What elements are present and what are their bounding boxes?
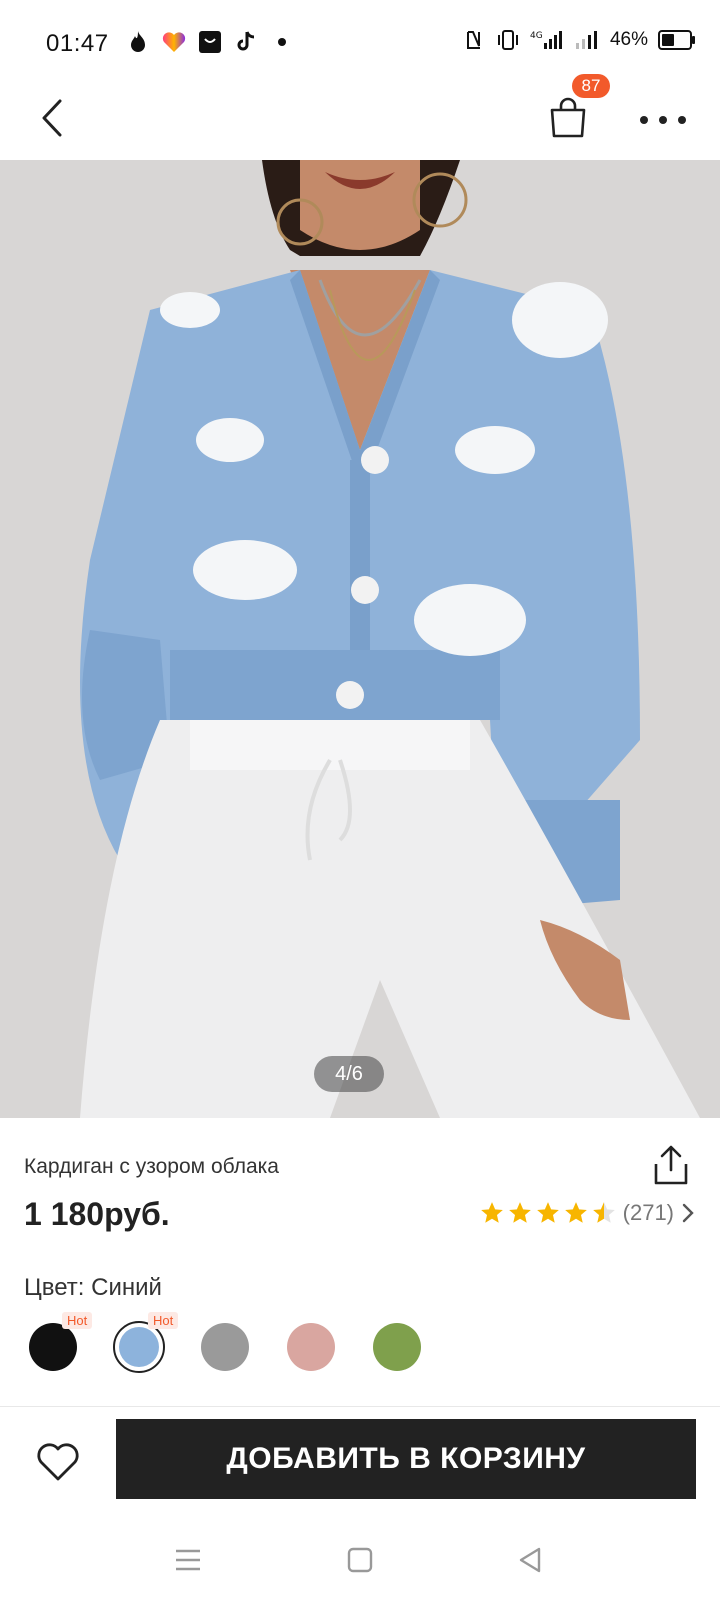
system-icons: 4G 46% [462,28,695,52]
product-photo [0,160,720,1118]
color-label: Цвет: Синий [24,1274,162,1301]
nfc-icon [462,28,486,52]
more-options-button[interactable] [640,100,686,140]
chevron-left-icon [42,99,62,137]
star-icon [592,1202,615,1223]
color-swatch-grey[interactable] [200,1322,250,1372]
more-dots-icon [640,116,648,124]
star-icon [564,1202,587,1223]
signal-icon: 4G [530,28,564,52]
heart-app-icon [162,30,186,54]
tiktok-icon [234,30,258,54]
cart-button[interactable]: 87 [548,74,610,148]
hot-badge: Hot [148,1312,179,1329]
color-swatch-green[interactable] [372,1322,422,1372]
recent-apps-button[interactable] [168,1540,208,1580]
battery-level [662,34,674,46]
swatch-color [373,1323,421,1371]
top-nav: 87 [0,74,720,160]
dot-icon [270,30,294,54]
square-icon [347,1547,373,1573]
battery-percent: 46% [609,29,648,50]
color-swatch-blue[interactable]: Hot [113,1312,179,1373]
swatch-color [119,1327,159,1367]
system-nav-bar [0,1520,720,1600]
rating-summary[interactable]: (271) [479,1200,694,1226]
vibrate-icon [496,28,520,52]
share-button[interactable] [652,1144,692,1188]
system-back-button[interactable] [510,1540,550,1580]
review-count: (271) [622,1200,674,1225]
hot-badge: Hot [62,1312,93,1329]
image-counter: 4/6 [314,1056,384,1092]
heart-icon [37,1443,79,1481]
product-image-carousel[interactable] [0,160,720,1118]
star-icon [536,1202,559,1223]
signal-icon [574,28,600,52]
chevron-right-icon [682,1203,694,1223]
wishlist-button[interactable] [32,1436,84,1488]
more-dot [659,116,667,124]
color-swatch-pink[interactable] [286,1322,336,1372]
more-dot [678,116,686,124]
add-to-cart-button[interactable]: ДОБАВИТЬ В КОРЗИНУ [116,1419,696,1499]
color-swatch-black[interactable]: Hot [28,1312,93,1372]
color-swatches: Hot Hot [28,1312,422,1373]
battery-icon [658,30,695,50]
divider [0,1406,720,1407]
home-button[interactable] [340,1540,380,1580]
menu-icon [176,1549,200,1571]
cart-count-badge: 87 [572,74,610,98]
flame-icon [126,30,150,54]
status-bar: 01:47 4G 46% [0,0,720,88]
swatch-color [201,1323,249,1371]
status-time: 01:47 [46,30,109,57]
shopping-bag-icon [550,97,586,138]
swatch-color [287,1323,335,1371]
star-icon [508,1202,531,1223]
network-label: 4G [530,31,543,41]
back-button[interactable] [30,90,74,146]
shop-app-icon [198,30,222,54]
product-title: Кардиган с узором облака [24,1155,279,1178]
notification-icons [126,30,294,54]
product-price: 1 180руб. [24,1196,170,1232]
swatch-color [29,1323,77,1371]
share-icon [654,1145,688,1185]
star-rating [479,1200,617,1226]
star-icon [480,1202,503,1223]
triangle-back-icon [519,1547,541,1573]
